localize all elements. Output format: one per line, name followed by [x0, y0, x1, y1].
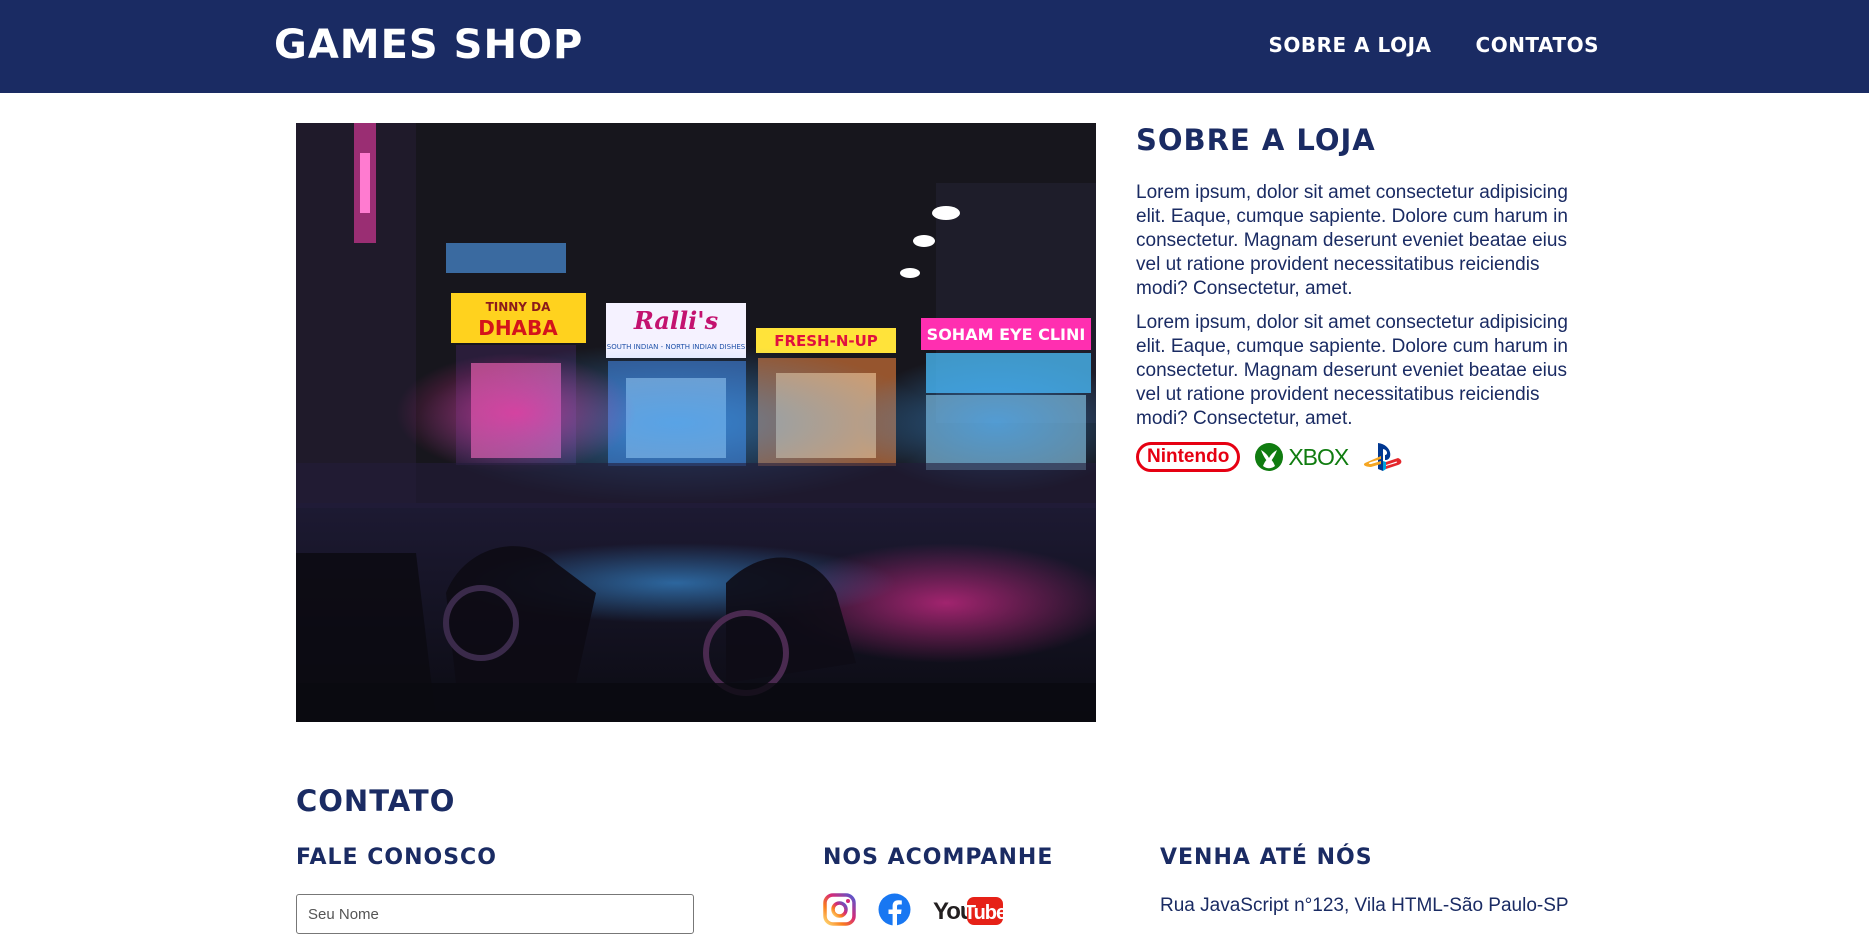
nav-link-sobre[interactable]: SOBRE A LOJA — [1268, 33, 1431, 57]
nav-link-contatos[interactable]: CONTATOS — [1476, 33, 1599, 57]
about-paragraph: Lorem ipsum, dolor sit amet consectetur … — [1136, 312, 1568, 429]
youtube-icon[interactable]: You Tube — [933, 893, 1003, 926]
venha-ate-nos-title: VENHA ATÉ NÓS — [1160, 845, 1373, 870]
nos-acompanhe-title: NOS ACOMPANHE — [823, 845, 1054, 870]
playstation-icon — [1364, 443, 1402, 471]
brand-logos: Nintendo XBOX — [1136, 441, 1576, 473]
instagram-icon[interactable] — [823, 893, 856, 926]
about-paragraph: Lorem ipsum, dolor sit amet consectetur … — [1136, 182, 1568, 299]
sign-rallis: Ralli's — [633, 306, 719, 335]
contact-title: CONTATO — [296, 784, 456, 818]
social-links: You Tube — [823, 893, 1003, 926]
about-section: SOBRE A LOJA Lorem ipsum, dolor sit amet… — [1136, 123, 1576, 473]
facebook-icon[interactable] — [878, 893, 911, 926]
xbox-icon — [1255, 443, 1284, 471]
main-nav: SOBRE A LOJA CONTATOS — [1268, 33, 1599, 57]
sign-soham: SOHAM EYE CLINI — [927, 325, 1086, 344]
youtube-tube: Tube — [964, 902, 1003, 924]
about-title: SOBRE A LOJA — [1136, 123, 1376, 157]
sign-dhaba: DHABA — [478, 316, 558, 340]
name-input[interactable] — [296, 894, 694, 934]
xbox-logo: XBOX — [1254, 442, 1349, 472]
top-header: GAMES SHOP SOBRE A LOJA CONTATOS — [0, 0, 1869, 93]
store-address: Rua JavaScript n°123, Vila HTML-São Paul… — [1160, 895, 1569, 916]
fale-conosco-title: FALE CONOSCO — [296, 845, 497, 870]
site-logo[interactable]: GAMES SHOP — [274, 22, 583, 68]
nintendo-logo: Nintendo — [1136, 442, 1241, 472]
hero-image: TINNY DA DHABA Ralli's SOUTH INDIAN - NO… — [296, 123, 1096, 722]
sign-tinny: TINNY DA — [486, 300, 552, 314]
sign-fresh: FRESH-N-UP — [774, 332, 878, 350]
xbox-label: XBOX — [1288, 443, 1349, 470]
